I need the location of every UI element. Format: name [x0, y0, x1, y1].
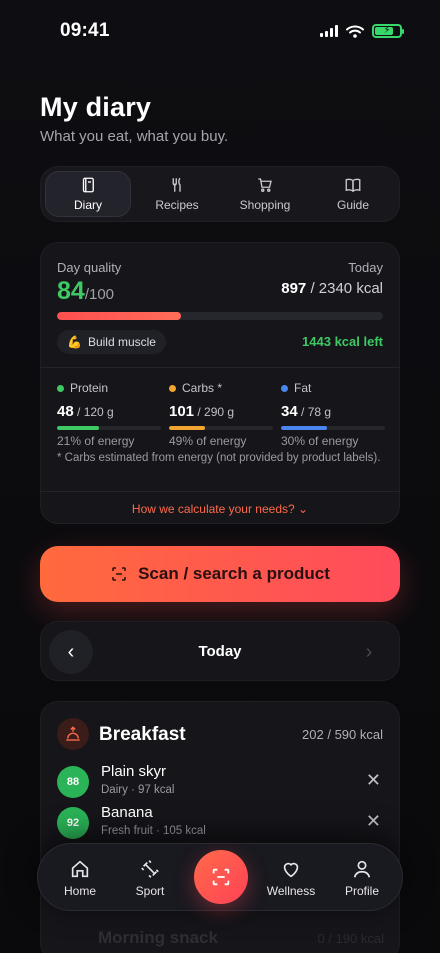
- status-time: 09:41: [60, 20, 110, 41]
- food-name: Banana: [101, 804, 153, 821]
- scan-icon: [112, 567, 126, 581]
- divider: [41, 491, 399, 492]
- book-icon: [345, 178, 361, 193]
- tab-guide[interactable]: Guide: [311, 171, 395, 217]
- cart-icon: [258, 178, 272, 192]
- day-quality-card: Day quality 84/100 Today 897 / 2340 kcal…: [40, 242, 400, 524]
- user-icon: [353, 860, 371, 878]
- date-label: Today: [198, 643, 242, 660]
- section-tabs: Diary Recipes Shopping Guide: [40, 166, 400, 222]
- food-item[interactable]: 88 Plain skyr Dairy · 97 kcal ✕: [57, 762, 383, 802]
- nav-sport[interactable]: Sport: [118, 858, 182, 898]
- tab-diary[interactable]: Diary: [45, 171, 131, 217]
- macro-carbs: Carbs * 101 / 290 g 49% of energy: [169, 381, 273, 448]
- food-score-badge: 92: [57, 807, 89, 839]
- protein-bar: [57, 426, 99, 430]
- status-icons: ⚡: [320, 24, 404, 38]
- food-score-badge: 88: [57, 766, 89, 798]
- tab-label: Diary: [73, 198, 102, 212]
- fat-bar: [281, 426, 327, 430]
- food-name: Plain skyr: [101, 763, 167, 780]
- today-label: Today: [348, 260, 383, 275]
- page-title: My diary: [40, 92, 152, 122]
- sunrise-icon: [57, 718, 89, 750]
- nav-wellness[interactable]: Wellness: [259, 858, 323, 898]
- dumbbell-icon: [141, 860, 159, 878]
- meal-title: Breakfast: [99, 724, 186, 745]
- remove-icon[interactable]: ✕: [366, 770, 381, 791]
- food-item[interactable]: 92 Banana Fresh fruit · 105 kcal ✕: [57, 803, 383, 843]
- macro-protein: Protein 48 / 120 g 21% of energy: [57, 381, 161, 448]
- meal-card-breakfast: Breakfast 202 / 590 kcal 88 Plain skyr D…: [40, 701, 400, 953]
- carbs-dot: [169, 384, 176, 392]
- food-meta: Fresh fruit · 105 kcal: [101, 825, 206, 837]
- scan-label: Scan / search a product: [138, 564, 330, 583]
- kcal-summary: 897 / 2340 kcal: [281, 280, 383, 297]
- goal-badge[interactable]: 💪 Build muscle: [57, 330, 166, 354]
- fork-knife-icon: [172, 177, 181, 192]
- kcal-left: 1443 kcal left: [302, 334, 383, 349]
- heart-icon: [283, 862, 299, 878]
- remove-icon[interactable]: ✕: [366, 811, 381, 832]
- next-meal-kcal: 0 / 190 kcal: [317, 931, 385, 946]
- quality-label: Day quality: [57, 260, 122, 275]
- muscle-icon: 💪: [67, 335, 82, 349]
- notebook-icon: [82, 177, 94, 193]
- next-meal-title: Morning snack: [98, 928, 218, 947]
- kcal-progress-bar: [57, 312, 383, 320]
- signal-icon: [320, 25, 338, 37]
- fat-dot: [281, 384, 288, 392]
- divider: [41, 367, 399, 368]
- tab-label: Guide: [336, 198, 370, 212]
- status-bar: 09:41 ⚡: [0, 0, 440, 60]
- kcal-progress-fill: [57, 312, 181, 320]
- home-icon: [71, 860, 89, 878]
- carbs-note: * Carbs estimated from energy (not provi…: [57, 452, 381, 464]
- scan-fab-button[interactable]: [194, 850, 248, 904]
- bottom-navigation: Home Sport Wellness Profile: [37, 843, 403, 911]
- quality-score: 84/100: [57, 277, 115, 305]
- battery-icon: ⚡: [372, 24, 404, 38]
- tab-shopping[interactable]: Shopping: [223, 171, 307, 217]
- tab-recipes[interactable]: Recipes: [135, 171, 219, 217]
- nav-profile[interactable]: Profile: [330, 858, 394, 898]
- food-meta: Dairy · 97 kcal: [101, 784, 175, 796]
- carbs-bar: [169, 426, 206, 430]
- date-navigator: ‹ Today ›: [40, 621, 400, 681]
- scan-search-button[interactable]: Scan / search a product: [40, 546, 400, 602]
- tab-label: Shopping: [239, 198, 291, 212]
- next-day-button[interactable]: ›: [347, 630, 391, 674]
- tab-label: Recipes: [155, 198, 199, 212]
- wifi-icon: [346, 25, 364, 38]
- page-subtitle: What you eat, what you buy.: [40, 128, 229, 145]
- meal-kcal: 202 / 590 kcal: [302, 727, 383, 742]
- nav-home[interactable]: Home: [48, 858, 112, 898]
- macro-fat: Fat 34 / 78 g 30% of energy: [281, 381, 385, 448]
- app-screen: 09:41 ⚡ My diary What you eat, what you …: [0, 0, 440, 953]
- scan-icon: [212, 868, 230, 886]
- protein-dot: [57, 384, 64, 392]
- how-we-calculate-link[interactable]: How we calculate your needs? ⌄: [41, 502, 399, 516]
